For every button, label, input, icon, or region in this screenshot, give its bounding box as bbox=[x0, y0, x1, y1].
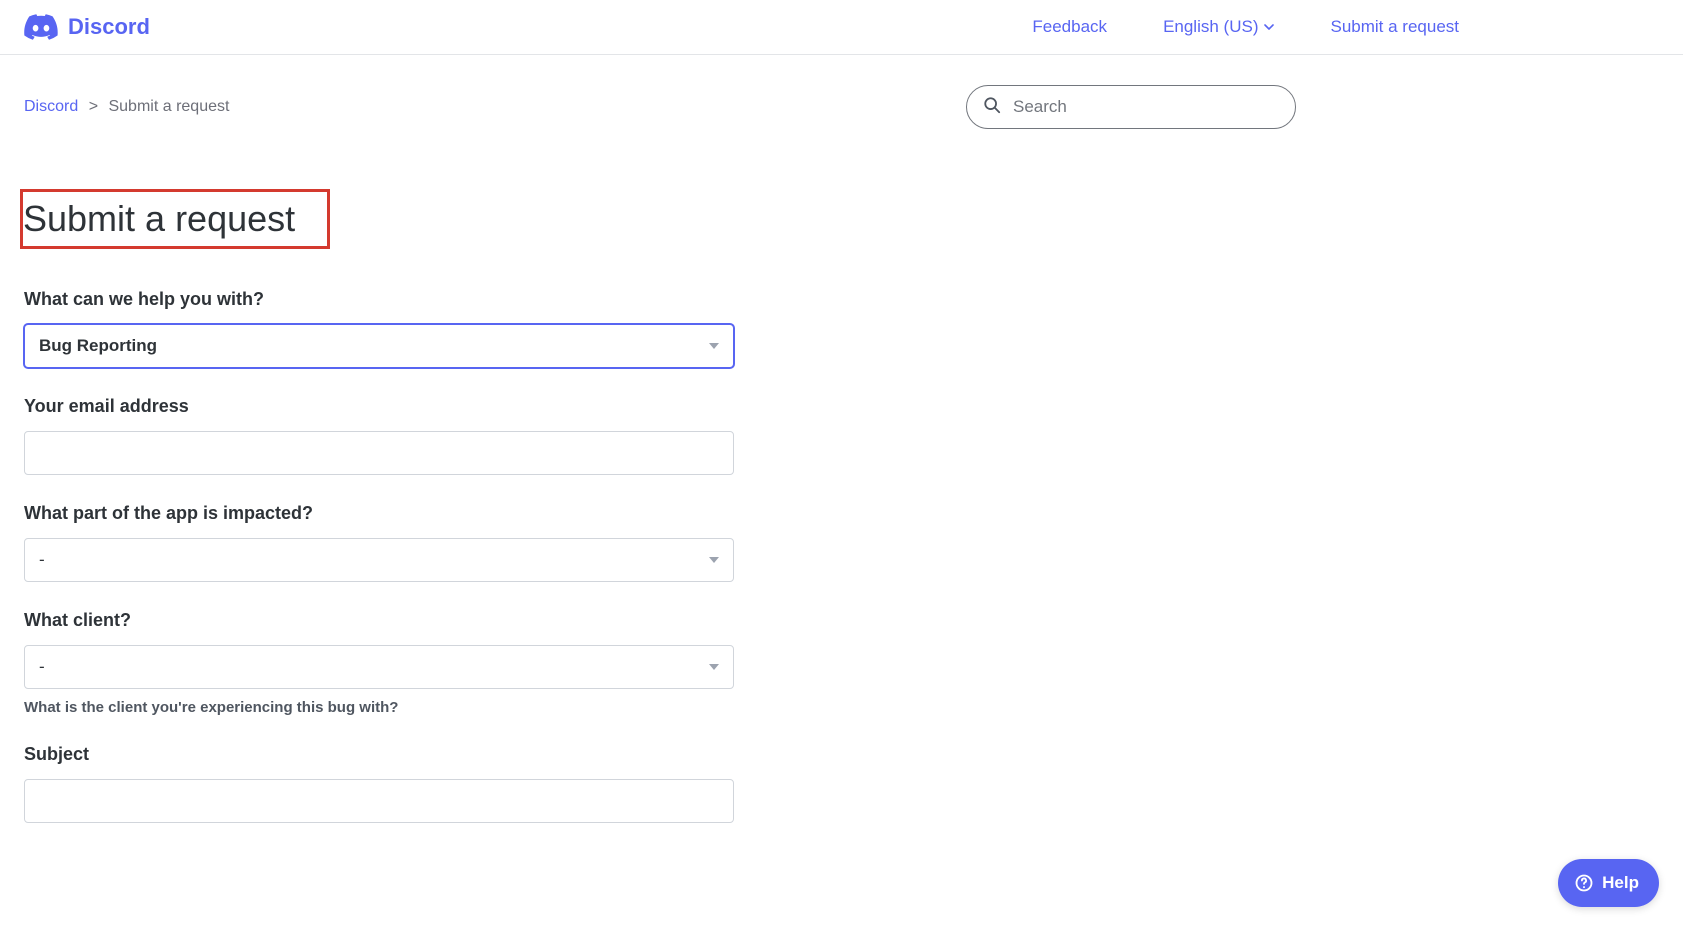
app-part-value: - bbox=[39, 550, 45, 570]
breadcrumb-separator: > bbox=[89, 98, 98, 115]
help-with-value: Bug Reporting bbox=[39, 336, 157, 356]
help-widget-button[interactable]: Help bbox=[1558, 859, 1659, 907]
subject-input-wrap bbox=[24, 779, 734, 823]
language-selector[interactable]: English (US) bbox=[1163, 17, 1274, 37]
client-label: What client? bbox=[24, 610, 734, 631]
field-subject: Subject bbox=[24, 744, 734, 823]
email-label: Your email address bbox=[24, 396, 734, 417]
chevron-down-icon bbox=[1264, 22, 1274, 32]
help-label: Help bbox=[1602, 873, 1639, 893]
client-select[interactable]: - bbox=[24, 645, 734, 689]
submit-request-link[interactable]: Submit a request bbox=[1330, 17, 1459, 37]
feedback-link[interactable]: Feedback bbox=[1032, 17, 1107, 37]
field-client: What client? - What is the client you're… bbox=[24, 610, 734, 716]
field-email: Your email address bbox=[24, 396, 734, 475]
site-header: Discord Feedback English (US) Submit a r… bbox=[0, 0, 1683, 55]
breadcrumb-current: Submit a request bbox=[108, 98, 229, 115]
client-value: - bbox=[39, 657, 45, 677]
breadcrumb: Discord > Submit a request bbox=[24, 98, 229, 116]
help-icon bbox=[1574, 873, 1594, 893]
subject-label: Subject bbox=[24, 744, 734, 765]
help-with-label: What can we help you with? bbox=[24, 289, 734, 310]
app-part-select[interactable]: - bbox=[24, 538, 734, 582]
header-nav: Feedback English (US) Submit a request bbox=[1032, 17, 1659, 37]
brand-name: Discord bbox=[68, 14, 150, 40]
page-title: Submit a request bbox=[23, 192, 307, 246]
language-label: English (US) bbox=[1163, 17, 1258, 37]
caret-down-icon bbox=[709, 664, 719, 670]
brand-logo[interactable]: Discord bbox=[24, 14, 150, 40]
field-help-with: What can we help you with? Bug Reporting bbox=[24, 289, 734, 368]
search-box[interactable] bbox=[966, 85, 1296, 129]
email-input-wrap bbox=[24, 431, 734, 475]
email-input[interactable] bbox=[39, 432, 719, 474]
app-part-label: What part of the app is impacted? bbox=[24, 503, 734, 524]
client-helper: What is the client you're experiencing t… bbox=[24, 699, 734, 716]
search-input[interactable] bbox=[1013, 97, 1279, 117]
request-form: What can we help you with? Bug Reporting… bbox=[24, 289, 734, 823]
caret-down-icon bbox=[709, 557, 719, 563]
caret-down-icon bbox=[709, 343, 719, 349]
field-app-part: What part of the app is impacted? - bbox=[24, 503, 734, 582]
breadcrumb-root[interactable]: Discord bbox=[24, 98, 78, 115]
subject-input[interactable] bbox=[39, 780, 719, 822]
search-icon bbox=[983, 96, 1001, 119]
help-with-select[interactable]: Bug Reporting bbox=[24, 324, 734, 368]
title-highlight: Submit a request bbox=[20, 189, 330, 249]
discord-logo-icon bbox=[24, 14, 58, 40]
top-row: Discord > Submit a request bbox=[24, 85, 1296, 129]
main-content: Discord > Submit a request Submit a requ… bbox=[0, 55, 1320, 891]
